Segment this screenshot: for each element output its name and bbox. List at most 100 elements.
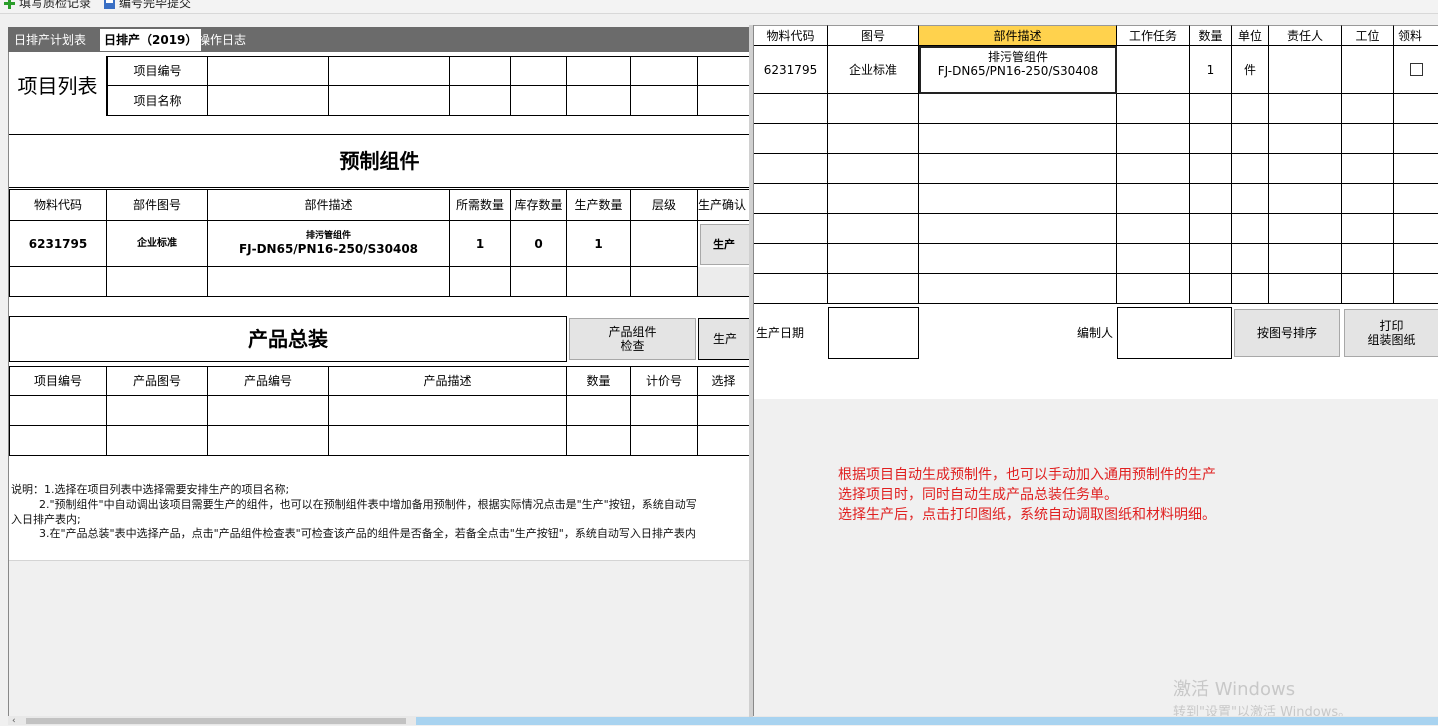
prefab-empty-cell[interactable] xyxy=(631,267,698,297)
right-empty-cell[interactable] xyxy=(754,184,828,214)
right-empty-cell[interactable] xyxy=(754,214,828,244)
right-empty-cell[interactable] xyxy=(919,154,1117,184)
right-unit[interactable]: 件 xyxy=(1232,46,1269,94)
right-empty-cell[interactable] xyxy=(1342,274,1394,304)
assembly-cell[interactable] xyxy=(9,426,107,456)
right-empty-cell[interactable] xyxy=(1117,244,1190,274)
right-empty-cell[interactable] xyxy=(1117,94,1190,124)
assembly-cell[interactable] xyxy=(329,396,567,426)
assembly-cell[interactable] xyxy=(698,396,749,426)
assembly-cell[interactable] xyxy=(567,396,631,426)
right-desc[interactable]: 排污管组件 FJ-DN65/PN16-250/S30408 xyxy=(919,46,1117,94)
assembly-cell[interactable] xyxy=(631,396,698,426)
assembly-cell[interactable] xyxy=(208,396,329,426)
prefab-drawing[interactable]: 企业标准 xyxy=(107,221,208,267)
right-empty-cell[interactable] xyxy=(919,94,1117,124)
right-empty-cell[interactable] xyxy=(1342,94,1394,124)
right-empty-cell[interactable] xyxy=(1269,124,1342,154)
assembly-check-button[interactable]: 产品组件 检查 xyxy=(569,318,696,360)
right-empty-cell[interactable] xyxy=(1394,184,1438,214)
right-empty-cell[interactable] xyxy=(919,124,1117,154)
project-cell[interactable] xyxy=(329,56,450,86)
right-empty-cell[interactable] xyxy=(1342,124,1394,154)
assembly-cell[interactable] xyxy=(208,426,329,456)
right-empty-cell[interactable] xyxy=(1342,214,1394,244)
right-empty-cell[interactable] xyxy=(828,214,919,244)
right-empty-cell[interactable] xyxy=(1269,214,1342,244)
assembly-cell[interactable] xyxy=(631,426,698,456)
right-empty-cell[interactable] xyxy=(1394,214,1438,244)
prefab-need[interactable]: 1 xyxy=(450,221,511,267)
right-empty-cell[interactable] xyxy=(919,214,1117,244)
right-empty-cell[interactable] xyxy=(1232,274,1269,304)
right-empty-cell[interactable] xyxy=(828,154,919,184)
project-cell[interactable] xyxy=(450,86,511,116)
right-empty-cell[interactable] xyxy=(828,184,919,214)
right-empty-cell[interactable] xyxy=(1190,154,1232,184)
assembly-cell[interactable] xyxy=(329,426,567,456)
submit-button[interactable]: 编号完毕提交 xyxy=(104,0,191,10)
project-number-field[interactable] xyxy=(208,56,329,86)
prefab-desc[interactable]: 排污管组件 FJ-DN65/PN16-250/S30408 xyxy=(208,221,450,267)
print-drawing-button[interactable]: 打印 组装图纸 xyxy=(1344,309,1438,357)
right-empty-cell[interactable] xyxy=(1117,124,1190,154)
right-empty-cell[interactable] xyxy=(1117,214,1190,244)
project-cell[interactable] xyxy=(511,56,567,86)
project-cell[interactable] xyxy=(631,56,698,86)
project-cell[interactable] xyxy=(698,56,749,86)
right-empty-cell[interactable] xyxy=(919,274,1117,304)
project-cell[interactable] xyxy=(511,86,567,116)
project-cell[interactable] xyxy=(631,86,698,116)
right-empty-cell[interactable] xyxy=(1232,154,1269,184)
right-empty-cell[interactable] xyxy=(1190,244,1232,274)
tab-daily-production-2019[interactable]: 日排产（2019） xyxy=(100,29,202,51)
prefab-empty-cell[interactable] xyxy=(511,267,567,297)
prefab-empty-cell[interactable] xyxy=(107,267,208,297)
project-cell[interactable] xyxy=(567,56,631,86)
project-cell[interactable] xyxy=(450,56,511,86)
right-empty-cell[interactable] xyxy=(1232,184,1269,214)
right-empty-cell[interactable] xyxy=(1269,184,1342,214)
right-empty-cell[interactable] xyxy=(1232,94,1269,124)
right-code[interactable]: 6231795 xyxy=(754,46,828,94)
right-task[interactable] xyxy=(1117,46,1190,94)
prefab-code[interactable]: 6231795 xyxy=(9,221,107,267)
production-date-field[interactable] xyxy=(828,307,919,359)
prefab-empty-cell[interactable] xyxy=(9,267,107,297)
right-qty[interactable]: 1 xyxy=(1190,46,1232,94)
tab-daily-plan[interactable]: 日排产计划表 xyxy=(10,29,90,51)
right-empty-cell[interactable] xyxy=(1190,184,1232,214)
right-empty-cell[interactable] xyxy=(1232,244,1269,274)
right-empty-cell[interactable] xyxy=(919,184,1117,214)
prefab-produce-qty[interactable]: 1 xyxy=(567,221,631,267)
right-owner[interactable] xyxy=(1269,46,1342,94)
prefab-produce-button[interactable]: 生产 xyxy=(700,224,749,265)
prefab-empty-cell[interactable] xyxy=(450,267,511,297)
sort-by-drawing-button[interactable]: 按图号排序 xyxy=(1234,309,1340,357)
right-station[interactable] xyxy=(1342,46,1394,94)
assembly-produce-button[interactable]: 生产 xyxy=(698,318,749,360)
editor-field[interactable] xyxy=(1117,307,1232,359)
right-empty-cell[interactable] xyxy=(754,154,828,184)
right-empty-cell[interactable] xyxy=(1342,154,1394,184)
right-empty-cell[interactable] xyxy=(754,244,828,274)
right-empty-cell[interactable] xyxy=(1190,214,1232,244)
right-empty-cell[interactable] xyxy=(754,124,828,154)
right-empty-cell[interactable] xyxy=(828,244,919,274)
right-empty-cell[interactable] xyxy=(754,94,828,124)
quality-record-button[interactable]: 填写质检记录 xyxy=(4,0,91,10)
horizontal-scrollbar[interactable]: ‹ xyxy=(8,716,1438,726)
right-material[interactable] xyxy=(1394,46,1438,94)
right-empty-cell[interactable] xyxy=(828,274,919,304)
prefab-level[interactable] xyxy=(631,221,698,267)
right-empty-cell[interactable] xyxy=(1342,184,1394,214)
right-empty-cell[interactable] xyxy=(1269,274,1342,304)
right-empty-cell[interactable] xyxy=(1394,124,1438,154)
assembly-cell[interactable] xyxy=(698,426,749,456)
right-empty-cell[interactable] xyxy=(1190,94,1232,124)
right-empty-cell[interactable] xyxy=(1269,244,1342,274)
right-empty-cell[interactable] xyxy=(828,94,919,124)
project-cell[interactable] xyxy=(698,86,749,116)
right-empty-cell[interactable] xyxy=(1117,184,1190,214)
prefab-empty-cell[interactable] xyxy=(208,267,450,297)
